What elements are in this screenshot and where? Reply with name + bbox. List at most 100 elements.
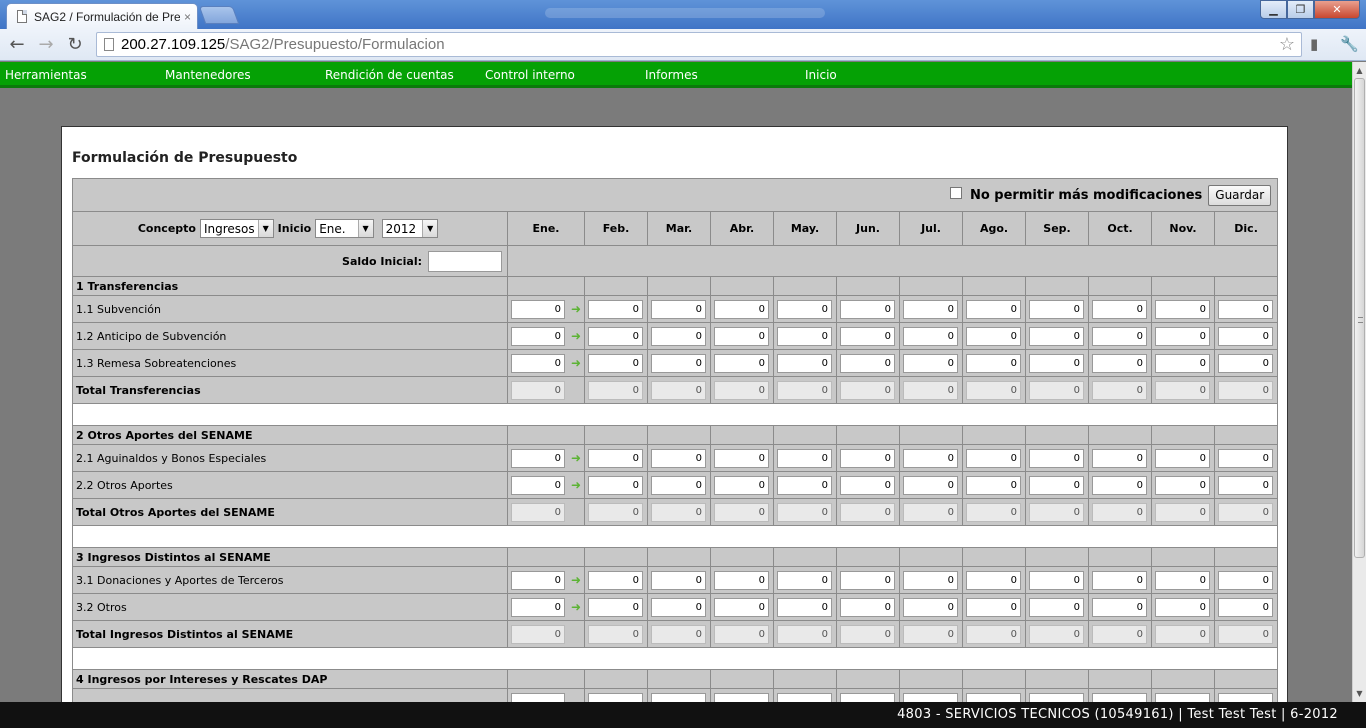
back-icon[interactable]: ← — [6, 33, 28, 55]
amount-input[interactable]: 0 — [777, 476, 832, 495]
amount-input[interactable]: 0 — [1218, 354, 1273, 373]
amount-input[interactable]: 0 — [903, 476, 958, 495]
amount-input[interactable]: 0 — [966, 327, 1021, 346]
amount-input[interactable]: 0 — [511, 598, 565, 617]
amount-input[interactable]: 0 — [903, 449, 958, 468]
amount-input[interactable]: 0 — [1218, 598, 1273, 617]
arrow-right-icon[interactable]: ➜ — [571, 356, 581, 370]
amount-input[interactable]: 0 — [588, 327, 643, 346]
amount-input[interactable]: 0 — [903, 598, 958, 617]
vertical-scrollbar[interactable]: ▲ ▼ — [1352, 62, 1366, 702]
amount-input[interactable]: 0 — [1155, 327, 1210, 346]
arrow-right-icon[interactable]: ➜ — [571, 302, 581, 316]
amount-input[interactable]: 0 — [1155, 476, 1210, 495]
scroll-up-icon[interactable]: ▲ — [1353, 63, 1366, 77]
forward-icon[interactable]: → — [35, 33, 57, 55]
amount-input[interactable]: 0 — [966, 571, 1021, 590]
saldo-inicial-input[interactable] — [428, 250, 502, 272]
menu-control-interno[interactable]: Control interno — [485, 68, 575, 82]
tab-close-icon[interactable]: × — [184, 10, 191, 24]
amount-input[interactable]: 0 — [1092, 327, 1147, 346]
amount-input[interactable]: 0 — [1029, 354, 1084, 373]
amount-input[interactable]: 0 — [588, 598, 643, 617]
amount-input[interactable]: 0 — [1155, 449, 1210, 468]
amount-input[interactable]: 0 — [1092, 598, 1147, 617]
arrow-right-icon[interactable]: ➜ — [571, 573, 581, 587]
amount-input[interactable]: 0 — [1155, 300, 1210, 319]
close-window-button[interactable]: ✕ — [1314, 0, 1360, 19]
arrow-right-icon[interactable]: ➜ — [571, 600, 581, 614]
arrow-right-icon[interactable]: ➜ — [571, 451, 581, 465]
amount-input[interactable]: 0 — [777, 327, 832, 346]
amount-input[interactable]: 0 — [714, 327, 769, 346]
amount-input[interactable]: 0 — [1029, 449, 1084, 468]
amount-input[interactable]: 0 — [1029, 571, 1084, 590]
scrollbar-thumb[interactable] — [1354, 78, 1365, 558]
menu-herramientas[interactable]: Herramientas — [5, 68, 87, 82]
arrow-right-icon[interactable]: ➜ — [571, 329, 581, 343]
amount-input[interactable]: 0 — [511, 449, 565, 468]
amount-input[interactable]: 0 — [511, 300, 565, 319]
amount-input[interactable]: 0 — [714, 598, 769, 617]
amount-input[interactable]: 0 — [840, 327, 895, 346]
amount-input[interactable]: 0 — [966, 449, 1021, 468]
amount-input[interactable]: 0 — [1218, 449, 1273, 468]
no-modificar-checkbox[interactable] — [949, 187, 962, 199]
amount-input[interactable]: 0 — [714, 571, 769, 590]
amount-input[interactable]: 0 — [651, 300, 706, 319]
amount-input[interactable]: 0 — [511, 327, 565, 346]
guardar-button[interactable]: Guardar — [1208, 184, 1272, 206]
amount-input[interactable]: 0 — [511, 571, 565, 590]
amount-input[interactable]: 0 — [1218, 327, 1273, 346]
menu-inicio[interactable]: Inicio — [805, 68, 837, 82]
amount-input[interactable]: 0 — [1155, 354, 1210, 373]
amount-input[interactable]: 0 — [588, 476, 643, 495]
amount-input[interactable]: 0 — [1155, 571, 1210, 590]
amount-input[interactable]: 0 — [1092, 300, 1147, 319]
concepto-select[interactable]: Ingresos ▼ — [199, 219, 274, 238]
amount-input[interactable]: 0 — [714, 476, 769, 495]
menu-mantenedores[interactable]: Mantenedores — [165, 68, 251, 82]
amount-input[interactable]: 0 — [1029, 300, 1084, 319]
new-tab-button[interactable] — [198, 6, 240, 24]
amount-input[interactable]: 0 — [714, 300, 769, 319]
amount-input[interactable]: 0 — [966, 300, 1021, 319]
chart-icon[interactable]: ▮ — [1310, 35, 1318, 53]
amount-input[interactable]: 0 — [840, 354, 895, 373]
menu-rendicion-cuentas[interactable]: Rendición de cuentas — [325, 68, 454, 82]
wrench-icon[interactable]: 🔧 — [1340, 35, 1359, 53]
amount-input[interactable]: 0 — [840, 571, 895, 590]
amount-input[interactable]: 0 — [903, 300, 958, 319]
amount-input[interactable]: 0 — [777, 300, 832, 319]
amount-input[interactable]: 0 — [651, 354, 706, 373]
amount-input[interactable]: 0 — [588, 449, 643, 468]
amount-input[interactable]: 0 — [714, 449, 769, 468]
amount-input[interactable]: 0 — [1218, 571, 1273, 590]
amount-input[interactable]: 0 — [840, 300, 895, 319]
amount-input[interactable]: 0 — [1092, 476, 1147, 495]
amount-input[interactable]: 0 — [903, 571, 958, 590]
browser-tab[interactable]: SAG2 / Formulación de Pre × — [6, 3, 198, 29]
amount-input[interactable]: 0 — [1092, 571, 1147, 590]
amount-input[interactable]: 0 — [511, 476, 565, 495]
amount-input[interactable]: 0 — [777, 571, 832, 590]
scroll-down-icon[interactable]: ▼ — [1353, 686, 1366, 700]
amount-input[interactable]: 0 — [1218, 476, 1273, 495]
amount-input[interactable]: 0 — [651, 327, 706, 346]
inicio-anio-select[interactable]: 2012 ▼ — [381, 219, 439, 238]
amount-input[interactable]: 0 — [903, 327, 958, 346]
amount-input[interactable]: 0 — [840, 598, 895, 617]
inicio-mes-select[interactable]: Ene. ▼ — [315, 219, 374, 238]
amount-input[interactable]: 0 — [714, 354, 769, 373]
amount-input[interactable]: 0 — [651, 476, 706, 495]
amount-input[interactable]: 0 — [966, 598, 1021, 617]
amount-input[interactable]: 0 — [840, 476, 895, 495]
amount-input[interactable]: 0 — [966, 476, 1021, 495]
amount-input[interactable]: 0 — [1218, 300, 1273, 319]
amount-input[interactable]: 0 — [1155, 598, 1210, 617]
amount-input[interactable]: 0 — [651, 598, 706, 617]
minimize-button[interactable]: ▁ — [1260, 0, 1287, 19]
amount-input[interactable]: 0 — [511, 354, 565, 373]
amount-input[interactable]: 0 — [1029, 327, 1084, 346]
amount-input[interactable]: 0 — [777, 449, 832, 468]
